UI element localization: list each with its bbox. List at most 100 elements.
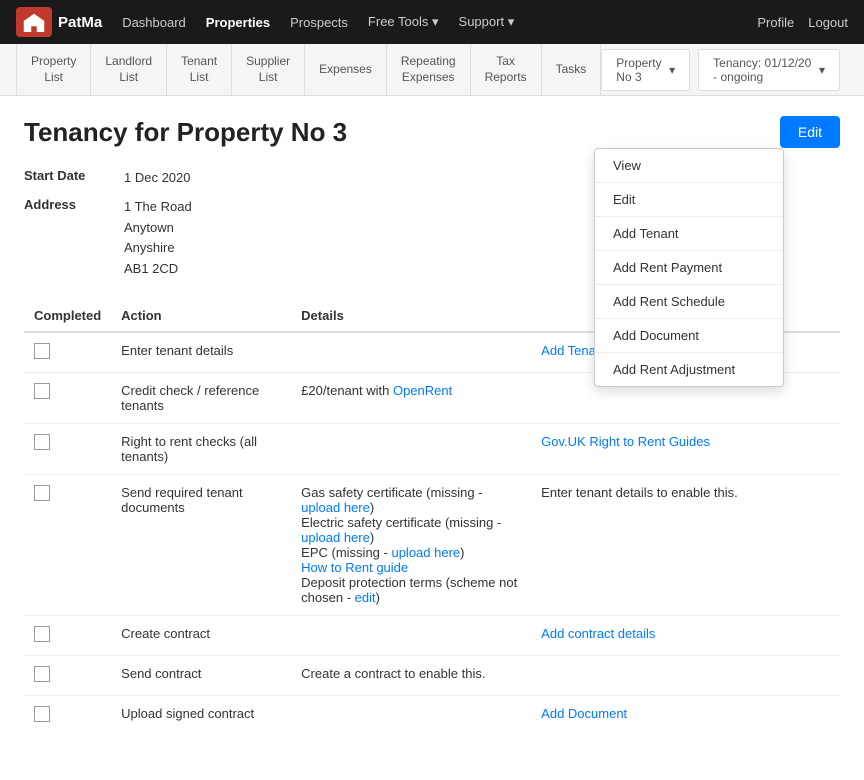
dropdown-add-tenant[interactable]: Add Tenant: [595, 217, 783, 251]
checkbox-cell-6: [24, 655, 111, 695]
dropdown-view[interactable]: View: [595, 149, 783, 183]
dropdown-add-rent-schedule[interactable]: Add Rent Schedule: [595, 285, 783, 319]
tenancy-dropdown-label: Tenancy: 01/12/20 - ongoing: [713, 56, 813, 84]
address-label: Address: [24, 197, 124, 280]
deposit-edit-link[interactable]: edit: [355, 590, 376, 605]
subnav-landlord-list[interactable]: Landlord List: [91, 44, 167, 96]
link-cell-6: [531, 655, 840, 695]
dropdown-add-document[interactable]: Add Document: [595, 319, 783, 353]
action-cell-5: Create contract: [111, 615, 291, 655]
details-cell-4: Gas safety certificate (missing - upload…: [291, 474, 531, 615]
details-cell-7: [291, 695, 531, 735]
subnav-supplier-list[interactable]: Supplier List: [232, 44, 305, 96]
action-cell-1: Enter tenant details: [111, 332, 291, 373]
subnav-expenses[interactable]: Expenses: [305, 44, 387, 96]
start-date-label: Start Date: [24, 168, 124, 189]
gas-upload-link[interactable]: upload here: [301, 500, 370, 515]
dropdown-edit[interactable]: Edit: [595, 183, 783, 217]
electric-upload-link[interactable]: upload here: [301, 530, 370, 545]
page-title: Tenancy for Property No 3: [24, 117, 347, 148]
col-action: Action: [111, 300, 291, 332]
subnav-tasks[interactable]: Tasks: [542, 44, 602, 96]
link-cell-4: Enter tenant details to enable this.: [531, 474, 840, 615]
table-row: Send contract Create a contract to enabl…: [24, 655, 840, 695]
how-to-rent-line: How to Rent guide: [301, 560, 521, 575]
table-row: Upload signed contract Add Document: [24, 695, 840, 735]
checkbox-cell-1: [24, 332, 111, 373]
table-row: Create contract Add contract details: [24, 615, 840, 655]
nav-free-tools[interactable]: Free Tools ▾: [368, 14, 439, 30]
subnav-tenant-list[interactable]: Tenant List: [167, 44, 232, 96]
table-row: Send required tenant documents Gas safet…: [24, 474, 840, 615]
table-row: Right to rent checks (all tenants) Gov.U…: [24, 423, 840, 474]
subnav: Property List Landlord List Tenant List …: [0, 44, 864, 96]
action-cell-6: Send contract: [111, 655, 291, 695]
add-contract-link[interactable]: Add contract details: [541, 626, 655, 641]
nav-logout[interactable]: Logout: [808, 15, 848, 30]
checkbox-2[interactable]: [34, 383, 50, 399]
address-line-4: AB1 2CD: [124, 259, 192, 280]
gov-right-to-rent-link[interactable]: Gov.UK Right to Rent Guides: [541, 434, 710, 449]
openrent-link[interactable]: OpenRent: [393, 383, 452, 398]
checkbox-3[interactable]: [34, 434, 50, 450]
property-dropdown-chevron: ▾: [669, 63, 675, 77]
nav-dashboard[interactable]: Dashboard: [122, 15, 186, 30]
navbar-left: PatMa Dashboard Properties Prospects Fre…: [16, 7, 514, 37]
epc-upload-link[interactable]: upload here: [391, 545, 460, 560]
nav-profile[interactable]: Profile: [757, 15, 794, 30]
action-cell-7: Upload signed contract: [111, 695, 291, 735]
start-date-value: 1 Dec 2020: [124, 168, 191, 189]
checkbox-cell-3: [24, 423, 111, 474]
action-cell-3: Right to rent checks (all tenants): [111, 423, 291, 474]
nav-properties[interactable]: Properties: [206, 15, 270, 30]
tenancy-dropdown-chevron: ▾: [819, 63, 825, 77]
link-cell-7: Add Document: [531, 695, 840, 735]
address-line-1: 1 The Road: [124, 197, 192, 218]
dropdown-add-rent-payment[interactable]: Add Rent Payment: [595, 251, 783, 285]
checkbox-cell-2: [24, 372, 111, 423]
col-details: Details: [291, 300, 531, 332]
details-cell-2: £20/tenant with OpenRent: [291, 372, 531, 423]
checkbox-5[interactable]: [34, 626, 50, 642]
address-line-2: Anytown: [124, 218, 192, 239]
logo-text: PatMa: [58, 14, 102, 31]
how-to-rent-link[interactable]: How to Rent guide: [301, 560, 408, 575]
edit-button[interactable]: Edit: [780, 116, 840, 148]
checkbox-cell-4: [24, 474, 111, 615]
logo-icon: [16, 7, 52, 37]
checkbox-cell-7: [24, 695, 111, 735]
subnav-repeating-expenses[interactable]: Repeating Expenses: [387, 44, 471, 96]
nav-support[interactable]: Support ▾: [459, 14, 515, 30]
checkbox-cell-5: [24, 615, 111, 655]
dropdown-menu: View Edit Add Tenant Add Rent Payment Ad…: [594, 148, 784, 387]
subnav-property-list[interactable]: Property List: [16, 44, 91, 96]
link-cell-5: Add contract details: [531, 615, 840, 655]
add-document-link[interactable]: Add Document: [541, 706, 627, 721]
action-cell-4: Send required tenant documents: [111, 474, 291, 615]
checkbox-4[interactable]: [34, 485, 50, 501]
navbar: PatMa Dashboard Properties Prospects Fre…: [0, 0, 864, 44]
checkbox-1[interactable]: [34, 343, 50, 359]
details-cell-3: [291, 423, 531, 474]
nav-prospects[interactable]: Prospects: [290, 15, 348, 30]
details-cell-1: [291, 332, 531, 373]
page-header: Tenancy for Property No 3 Edit: [24, 116, 840, 148]
tenancy-dropdown[interactable]: Tenancy: 01/12/20 - ongoing ▾: [698, 49, 840, 91]
property-dropdown-label: Property No 3: [616, 56, 663, 84]
details-cell-5: [291, 615, 531, 655]
address-value: 1 The Road Anytown Anyshire AB1 2CD: [124, 197, 192, 280]
checkbox-6[interactable]: [34, 666, 50, 682]
dropdown-add-rent-adjustment[interactable]: Add Rent Adjustment: [595, 353, 783, 386]
electric-cert-line: Electric safety certificate (missing - u…: [301, 515, 521, 545]
subnav-tax-reports[interactable]: Tax Reports: [471, 44, 542, 96]
action-cell-2: Credit check / reference tenants: [111, 372, 291, 423]
property-dropdown[interactable]: Property No 3 ▾: [601, 49, 690, 91]
link-cell-3: Gov.UK Right to Rent Guides: [531, 423, 840, 474]
gas-cert-line: Gas safety certificate (missing - upload…: [301, 485, 521, 515]
address-line-3: Anyshire: [124, 238, 192, 259]
details-cell-6: Create a contract to enable this.: [291, 655, 531, 695]
checkbox-7[interactable]: [34, 706, 50, 722]
deposit-line: Deposit protection terms (scheme not cho…: [301, 575, 521, 605]
col-completed: Completed: [24, 300, 111, 332]
epc-line: EPC (missing - upload here): [301, 545, 521, 560]
